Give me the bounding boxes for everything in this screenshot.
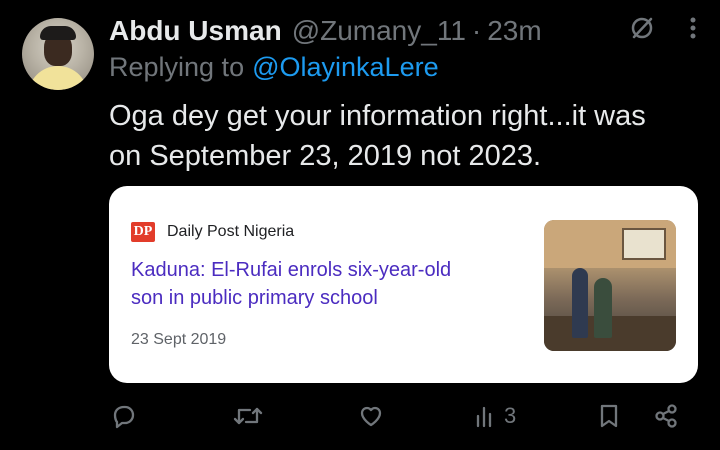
retweet-button[interactable] xyxy=(232,402,264,430)
thumb-window xyxy=(622,228,666,260)
like-button[interactable] xyxy=(357,402,385,430)
replying-to-label: Replying to xyxy=(109,52,245,82)
share-button[interactable] xyxy=(652,402,680,430)
source-name: Daily Post Nigeria xyxy=(167,223,295,240)
more-icon[interactable] xyxy=(688,14,698,47)
tweet-text: Oga dey get your information right...it … xyxy=(109,96,699,176)
headline-line: son in public primary school xyxy=(131,287,378,309)
action-bar: 3 xyxy=(0,396,720,440)
bookmark-icon xyxy=(596,402,622,430)
replying-to: Replying to @OlayinkaLere xyxy=(109,52,439,83)
like-icon xyxy=(357,402,385,430)
avatar-cap xyxy=(40,26,76,40)
views-icon xyxy=(474,402,498,430)
separator: · xyxy=(471,15,482,46)
author-handle[interactable]: @Zumany_11 xyxy=(292,15,466,47)
card-headline[interactable]: Kaduna: El-Rufai enrols six-year-old son… xyxy=(131,256,521,312)
retweet-icon xyxy=(232,402,264,430)
bookmark-button[interactable] xyxy=(596,402,622,430)
card-thumbnail xyxy=(544,220,676,351)
card-source: DP Daily Post Nigeria xyxy=(131,222,294,242)
header-actions xyxy=(628,14,698,47)
reply-button[interactable] xyxy=(110,402,138,430)
thumb-person xyxy=(594,278,612,338)
source-logo: DP xyxy=(131,222,155,242)
avatar[interactable] xyxy=(22,18,94,90)
grok-icon[interactable] xyxy=(628,14,656,47)
link-card[interactable]: DP Daily Post Nigeria Kaduna: El-Rufai e… xyxy=(109,186,698,383)
views-button[interactable]: 3 xyxy=(474,402,516,430)
card-date: 23 Sept 2019 xyxy=(131,331,227,348)
thumb-person xyxy=(572,268,588,338)
timestamp[interactable]: 23m xyxy=(487,15,541,47)
author-name[interactable]: Abdu Usman xyxy=(109,15,282,47)
tweet-header: Abdu Usman @Zumany_11 · 23m xyxy=(109,12,700,50)
tweet-text-line: on September 23, 2019 not 2023. xyxy=(109,140,542,172)
share-icon xyxy=(652,402,680,430)
replying-to-mention[interactable]: @OlayinkaLere xyxy=(252,52,439,82)
headline-line: Kaduna: El-Rufai enrols six-year-old xyxy=(131,259,452,281)
views-count: 3 xyxy=(504,403,517,428)
reply-icon xyxy=(110,402,138,430)
avatar-shirt xyxy=(28,66,88,90)
tweet-text-line: Oga dey get your information right...it … xyxy=(109,100,646,132)
